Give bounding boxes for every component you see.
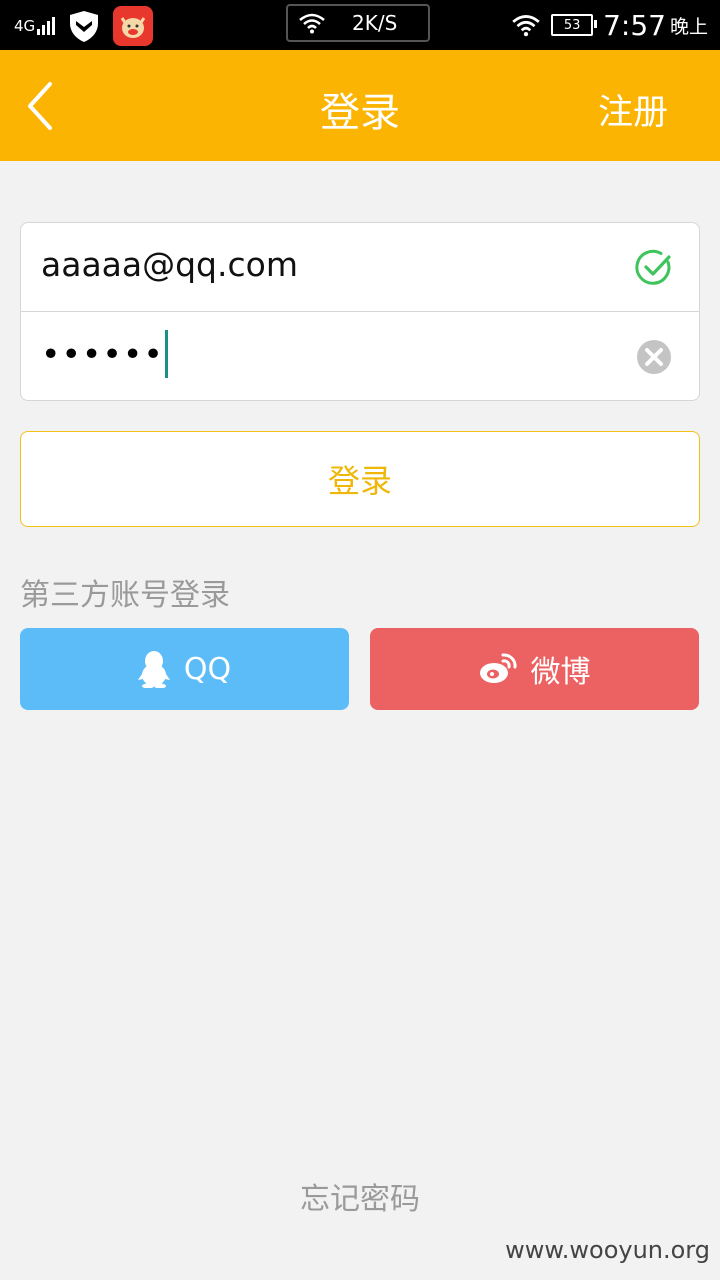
qq-penguin-icon [137,651,170,688]
qq-login-button[interactable]: QQ [20,628,349,710]
status-bar: 4G 2K/S 53 7:57 晚上 [0,0,720,50]
security-shield-icon [70,11,99,42]
clock-period: 晚上 [669,15,708,38]
weibo-login-button[interactable]: 微博 [370,628,699,710]
email-field[interactable]: aaaaa@qq.com [21,223,699,312]
login-button[interactable]: 登录 [20,431,700,527]
weibo-label: 微博 [530,655,591,690]
check-circle-icon [635,249,671,285]
notification-app-icon [113,6,154,46]
password-input-value[interactable]: •••••• [41,330,168,380]
login-form: aaaaa@qq.com •••••• [20,222,700,401]
email-input-value[interactable]: aaaaa@qq.com [41,245,298,284]
signal-bars-icon [37,17,56,35]
cellular-signal: 4G [14,17,56,35]
weibo-icon [479,653,517,683]
status-right: 53 7:57 晚上 [511,6,708,44]
text-caret [164,330,168,378]
network-type: 4G [14,17,36,35]
wifi-icon [299,13,325,34]
title-bar: 登录 注册 [0,50,720,161]
password-dots: •••••• [41,334,164,374]
register-button[interactable]: 注册 [598,84,668,135]
wifi-icon [512,15,540,37]
battery-level: 53 [563,17,581,33]
status-left: 4G [14,6,154,46]
clock: 7:57 [603,8,666,42]
password-field[interactable]: •••••• [21,312,699,400]
forgot-password-link[interactable]: 忘记密码 [0,1174,720,1218]
network-speed-indicator: 2K/S [286,4,430,42]
watermark: www.wooyun.org [505,1236,710,1264]
speed-text: 2K/S [352,11,398,35]
battery-icon: 53 [551,14,598,36]
third-party-login-label: 第三方账号登录 [20,578,230,613]
clear-circle-icon[interactable] [635,338,673,376]
qq-label: QQ [183,651,232,687]
